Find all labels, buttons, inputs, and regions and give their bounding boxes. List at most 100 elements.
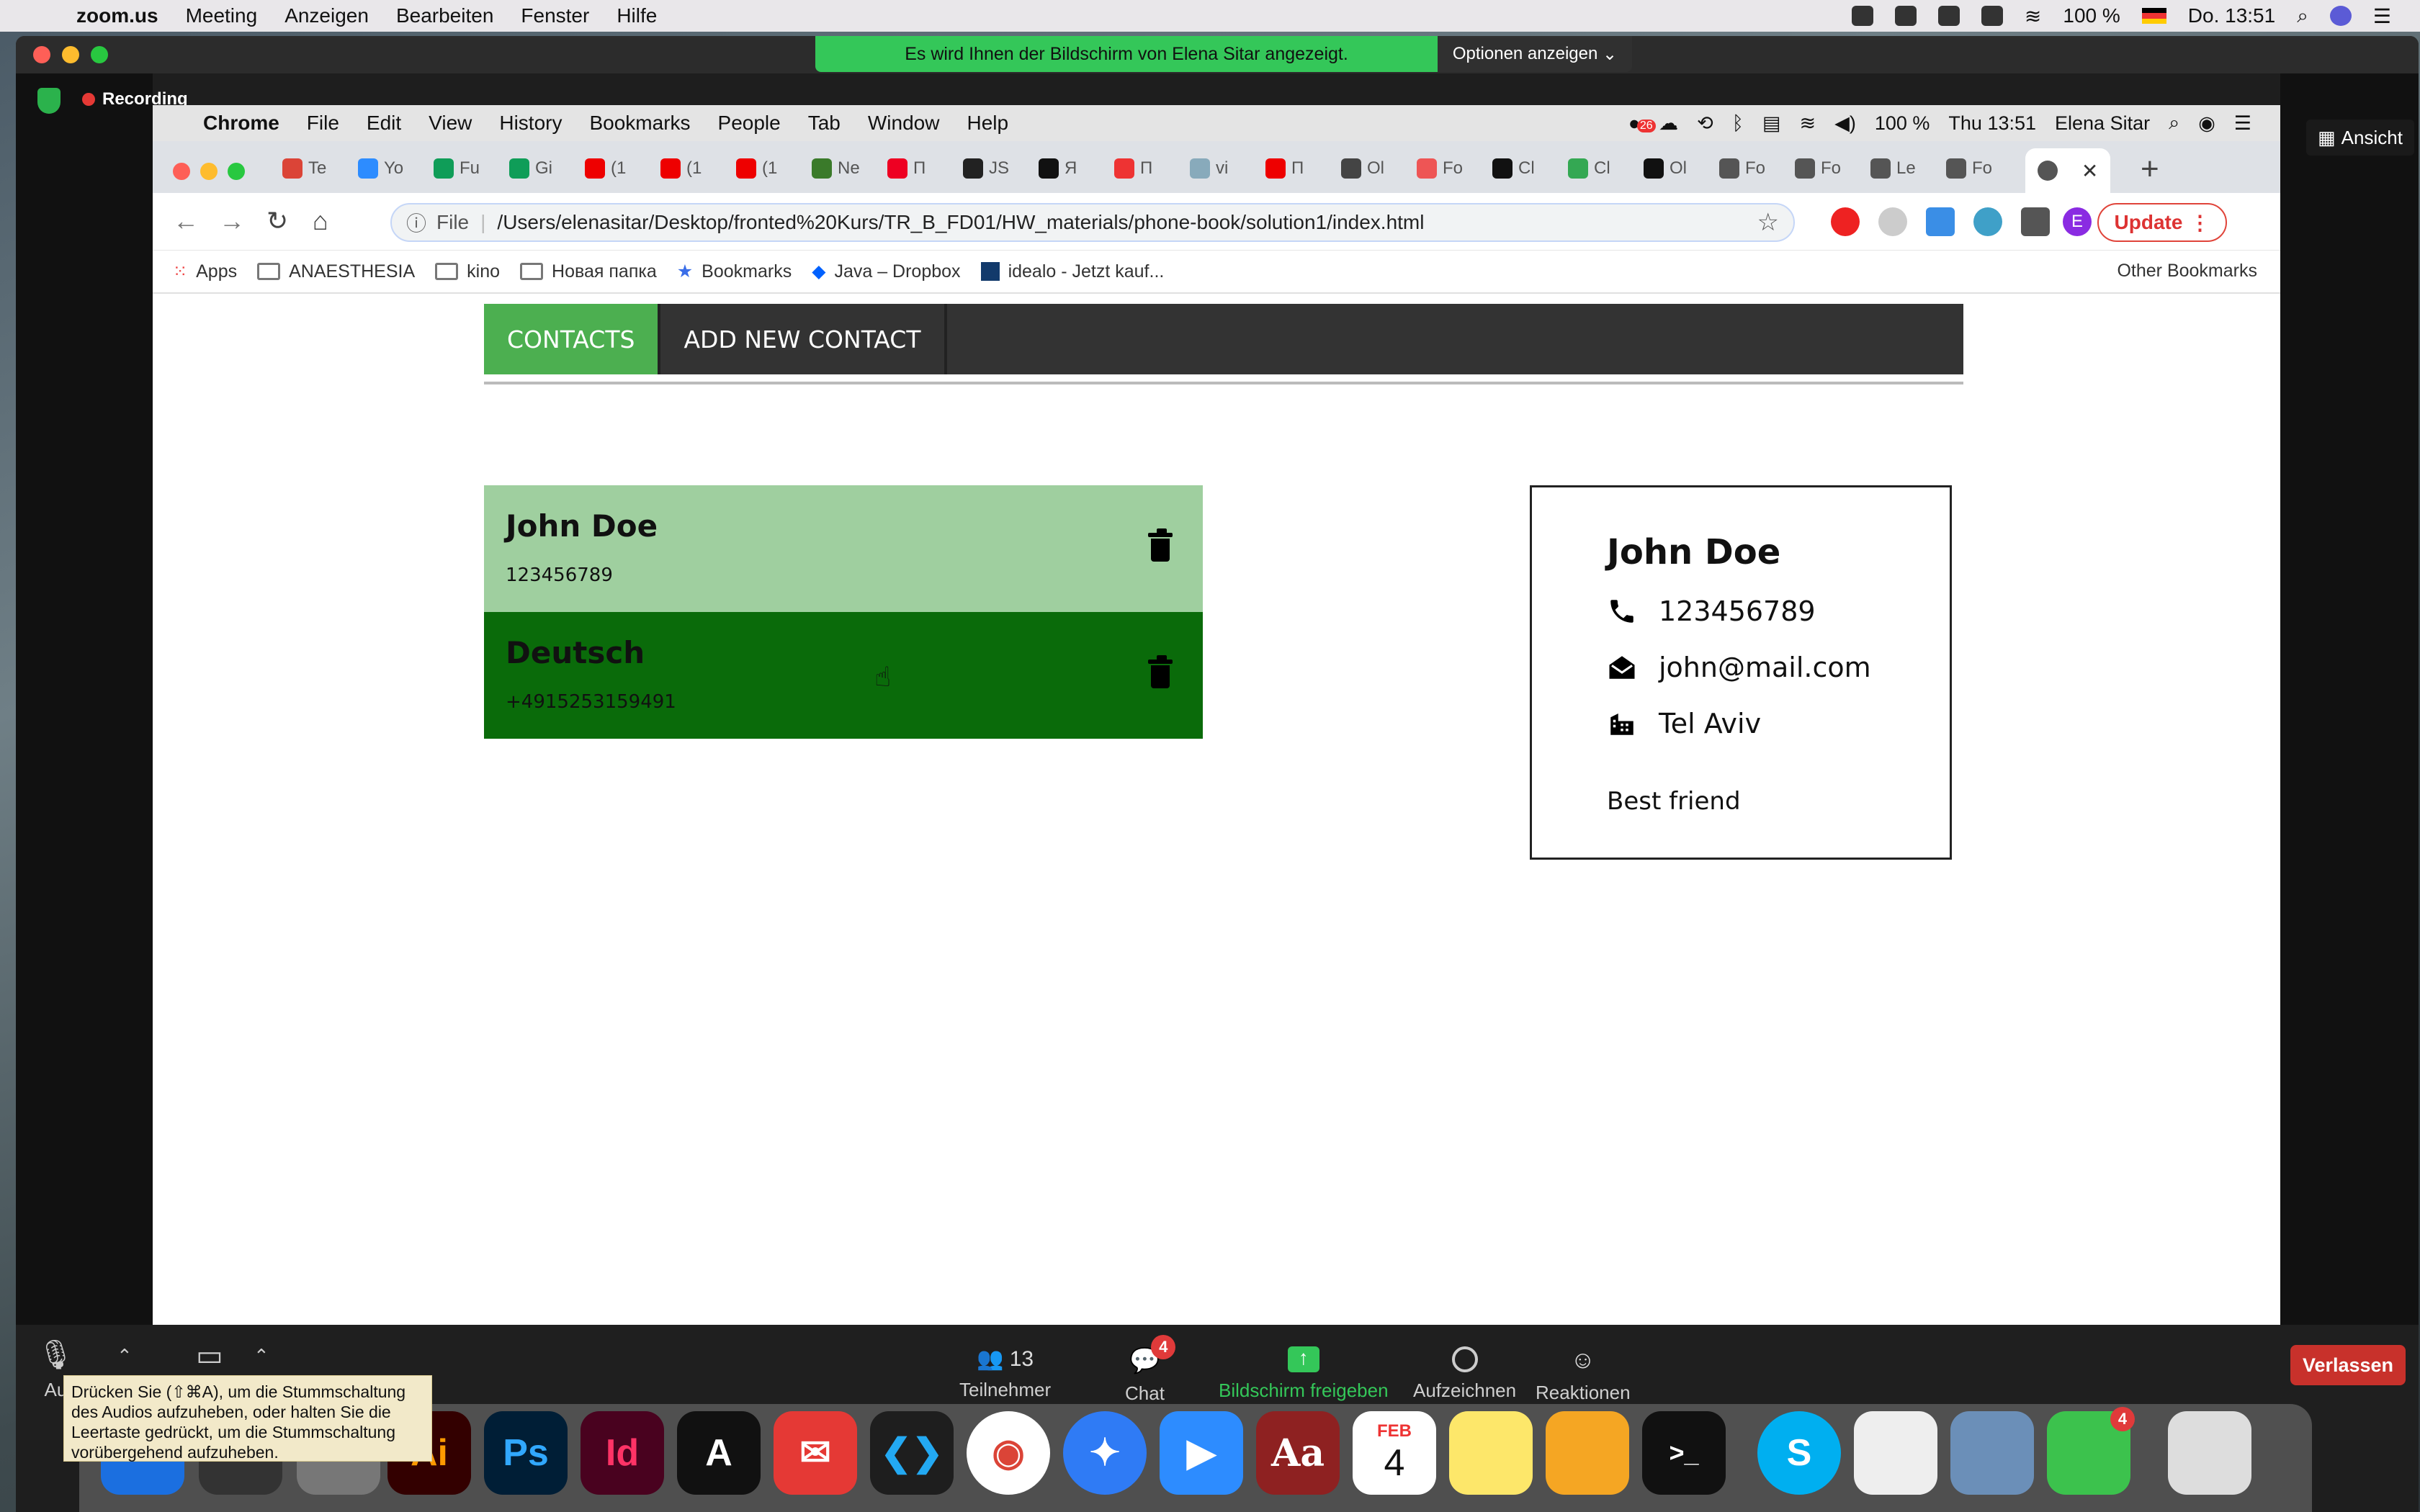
terminal-icon[interactable]: >_ [1642, 1411, 1726, 1495]
tab-add-new-contact[interactable]: ADD NEW CONTACT [660, 304, 947, 374]
siri-icon[interactable]: ◉ [2198, 112, 2215, 135]
tab-item[interactable]: (1 [736, 148, 777, 189]
tab-item[interactable]: Fo [1946, 148, 1992, 189]
tab-item[interactable]: Gi [509, 148, 552, 189]
trash-icon[interactable] [2168, 1411, 2251, 1495]
maximize-window-icon[interactable] [91, 46, 108, 63]
contact-item[interactable]: Deutsch +4915253159491 [484, 612, 1203, 739]
siri-icon[interactable] [2329, 6, 2352, 26]
tab-item[interactable]: Te [282, 148, 326, 189]
clock[interactable]: Do. 13:51 [2188, 4, 2275, 27]
close-window-icon[interactable] [173, 163, 190, 180]
menu-chrome[interactable]: Chrome [203, 112, 279, 135]
notification-center-icon[interactable]: ☰ [2373, 4, 2391, 28]
bookmark-star-icon[interactable]: ☆ [1757, 208, 1779, 237]
bookmark-new-folder[interactable]: Новая папка [520, 261, 657, 282]
close-window-icon[interactable] [33, 46, 50, 63]
menu-meeting[interactable]: Meeting [186, 4, 258, 27]
wifi-icon[interactable]: ≋ [2025, 4, 2041, 28]
creative-cloud-icon[interactable] [1981, 6, 2003, 26]
address-url[interactable]: /Users/elenasitar/Desktop/fronted%20Kurs… [497, 211, 1424, 234]
vscode-icon[interactable]: ❮❯ [870, 1411, 954, 1495]
safari-icon[interactable]: ✦ [1063, 1411, 1147, 1495]
bookmark-java-dropbox[interactable]: ◆ Java – Dropbox [812, 261, 960, 282]
menu-bookmarks[interactable]: Bookmarks [589, 112, 690, 135]
calendar-icon[interactable]: FEB 4 [1353, 1411, 1436, 1495]
minimize-window-icon[interactable] [200, 163, 218, 180]
acrobat-icon[interactable]: A [677, 1411, 761, 1495]
tab-item[interactable]: П [887, 148, 926, 189]
spotlight-icon[interactable]: ⌕ [2169, 112, 2179, 135]
share-screen-button[interactable]: ↑ Bildschirm freigeben [1219, 1346, 1389, 1402]
extensions-puzzle-icon[interactable] [2021, 207, 2050, 236]
tab-item[interactable]: Ne [812, 148, 860, 189]
tab-item[interactable]: Fo [1719, 148, 1765, 189]
bookmark-bookmarks[interactable]: ★ Bookmarks [677, 261, 792, 282]
battery-label[interactable]: 100 % [1875, 112, 1930, 135]
dropbox-status-icon[interactable] [1894, 6, 1917, 26]
maximize-window-icon[interactable] [228, 163, 245, 180]
tab-item[interactable]: Ol [1644, 148, 1687, 189]
volume-icon[interactable]: ◀) [1834, 112, 1856, 135]
menu-edit[interactable]: Edit [367, 112, 401, 135]
reload-icon[interactable]: ↻ [266, 206, 288, 236]
notification-center-icon[interactable]: ☰ [2234, 112, 2251, 135]
profile-avatar[interactable]: E [2063, 207, 2092, 236]
download-extension-icon[interactable] [1926, 207, 1955, 236]
video-off-icon[interactable]: ▭ [196, 1339, 223, 1372]
trash-icon[interactable] [1148, 655, 1173, 688]
update-button[interactable]: Update ⋮ [2097, 203, 2227, 242]
tab-item[interactable]: Ol [1341, 148, 1384, 189]
tab-item[interactable]: (1 [660, 148, 702, 189]
tab-item[interactable]: Fo [1417, 148, 1463, 189]
address-bar[interactable]: ⓘ File | /Users/elenasitar/Desktop/front… [390, 203, 1795, 242]
menu-file[interactable]: File [307, 112, 339, 135]
zoom-status-icon[interactable] [1851, 6, 1873, 26]
zoom-app-icon[interactable]: ▶ [1160, 1411, 1243, 1495]
textedit-icon[interactable] [1854, 1411, 1937, 1495]
record-button[interactable]: Aufzeichnen [1413, 1346, 1516, 1402]
back-icon[interactable]: ← [173, 206, 199, 236]
tab-item[interactable]: Я [1039, 148, 1077, 189]
extension-bug-icon[interactable] [1878, 207, 1907, 236]
menu-tab[interactable]: Tab [808, 112, 841, 135]
clock[interactable]: Thu 13:51 [1948, 112, 2036, 135]
mail-app-icon[interactable]: ✉ [774, 1411, 857, 1495]
wifi-icon[interactable]: ≋ [1799, 112, 1816, 135]
reactions-button[interactable]: ☺ Reaktionen [1536, 1346, 1631, 1404]
tab-active[interactable]: ✕ [2025, 148, 2110, 193]
bluetooth-icon[interactable]: ᛒ [1732, 112, 1744, 135]
flag-de-icon[interactable] [2141, 8, 2166, 24]
info-icon[interactable]: ⓘ [406, 208, 426, 237]
menu-fenster[interactable]: Fenster [521, 4, 589, 27]
preview-icon[interactable] [1950, 1411, 2034, 1495]
minimize-window-icon[interactable] [62, 46, 79, 63]
opera-extension-icon[interactable] [1831, 207, 1860, 236]
menu-help[interactable]: Help [967, 112, 1008, 135]
bookmark-idealo[interactable]: idealo - Jetzt kauf... [980, 261, 1164, 282]
tab-item[interactable]: (1 [585, 148, 626, 189]
encryption-shield-icon[interactable] [37, 88, 60, 114]
skype-icon[interactable]: S [1757, 1411, 1841, 1495]
bookmark-apps[interactable]: ⁙ Apps [173, 261, 237, 282]
tab-item[interactable]: Fu [434, 148, 480, 189]
video-options-caret-icon[interactable]: ⌃ [254, 1345, 269, 1367]
battery-label[interactable]: 100 % [2063, 4, 2120, 27]
forward-icon[interactable]: → [219, 206, 245, 236]
pages-icon[interactable] [1546, 1411, 1629, 1495]
skype-status-icon[interactable] [1937, 6, 1960, 26]
menu-bearbeiten[interactable]: Bearbeiten [396, 4, 493, 27]
menu-history[interactable]: History [499, 112, 562, 135]
notes-icon[interactable] [1449, 1411, 1533, 1495]
chrome-icon[interactable]: ◉ [967, 1411, 1050, 1495]
time-machine-icon[interactable]: ⟲ [1697, 112, 1713, 135]
status-app-icon[interactable]: ● 26 [1628, 112, 1656, 135]
view-button[interactable]: ▦ Ansicht [2306, 120, 2414, 156]
bookmark-kino[interactable]: kino [435, 261, 500, 282]
tab-close-icon[interactable]: ✕ [2081, 159, 2098, 183]
user-name[interactable]: Elena Sitar [2055, 112, 2150, 135]
indesign-icon[interactable]: Id [581, 1411, 664, 1495]
vpn-extension-icon[interactable] [1973, 207, 2002, 236]
spotlight-icon[interactable]: ⌕ [2297, 4, 2308, 28]
tab-item[interactable]: JS [963, 148, 1009, 189]
